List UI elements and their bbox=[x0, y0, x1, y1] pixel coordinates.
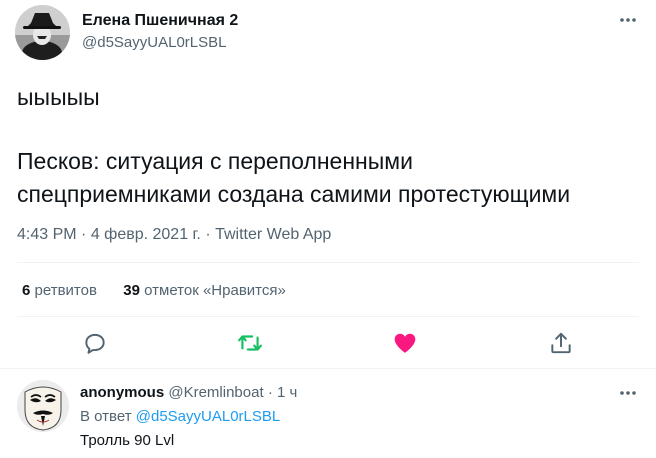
tweet-text-line-2: Песков: ситуация с переполненными bbox=[17, 148, 413, 174]
share-icon[interactable] bbox=[548, 330, 574, 356]
reply-to-line: В ответ @d5SayyUAL0rLSBL bbox=[80, 408, 280, 425]
divider bbox=[17, 316, 639, 317]
divider bbox=[0, 368, 656, 369]
reply-header: anonymous @Kremlinboat · 1 ч bbox=[80, 384, 297, 401]
more-icon[interactable] bbox=[617, 386, 639, 400]
more-icon[interactable] bbox=[617, 13, 639, 27]
retweets-count: 6 bbox=[22, 282, 31, 299]
tweet-text-line-3: спецприемниками создана самими протестую… bbox=[17, 181, 571, 207]
comment-icon[interactable] bbox=[82, 330, 108, 356]
reply-author-avatar[interactable] bbox=[17, 380, 69, 432]
author-name[interactable]: Елена Пшеничная 2 bbox=[82, 12, 238, 30]
reply-author-name[interactable]: anonymous bbox=[80, 384, 164, 401]
tweet-meta: 4:43 PM · 4 февр. 2021 г. · Twitter Web … bbox=[17, 226, 331, 244]
heart-icon[interactable] bbox=[392, 330, 418, 356]
author-handle[interactable]: @d5SayyUAL0rLSBL bbox=[82, 34, 226, 51]
retweets-label: ретвитов bbox=[34, 282, 97, 299]
divider bbox=[17, 262, 639, 263]
reply-to-prefix: В ответ bbox=[80, 408, 132, 425]
meta-separator: · bbox=[200, 226, 216, 243]
author-avatar[interactable] bbox=[15, 5, 70, 60]
action-bar bbox=[0, 330, 656, 360]
reply-author-handle[interactable]: @Kremlinboat bbox=[168, 384, 263, 401]
reply-to-handle-link[interactable]: @d5SayyUAL0rLSBL bbox=[136, 408, 280, 425]
tweet-stats: 6 ретвитов 39 отметок «Нравится» bbox=[22, 282, 286, 299]
reply-time[interactable]: · 1 ч bbox=[268, 384, 298, 401]
tweet-text-line-1: ыыыыы bbox=[17, 84, 100, 110]
likes-count: 39 bbox=[123, 282, 140, 299]
retweets-stat[interactable]: 6 ретвитов bbox=[22, 282, 97, 299]
retweet-icon[interactable] bbox=[237, 330, 263, 356]
reply-text: Тролль 90 Lvl bbox=[80, 432, 175, 449]
tweet-time-link[interactable]: 4:43 PM · 4 февр. 2021 г. bbox=[17, 226, 201, 243]
tweet-source-link[interactable]: Twitter Web App bbox=[215, 226, 331, 243]
tweet-time: 4:43 PM bbox=[17, 226, 77, 243]
likes-label: отметок «Нравится» bbox=[144, 282, 286, 299]
main-tweet: Елена Пшеничная 2 @d5SayyUAL0rLSBL ыыыыы… bbox=[0, 0, 656, 370]
meta-separator: · bbox=[76, 226, 91, 243]
likes-stat[interactable]: 39 отметок «Нравится» bbox=[123, 282, 286, 299]
tweet-date: 4 февр. 2021 г. bbox=[90, 226, 201, 243]
